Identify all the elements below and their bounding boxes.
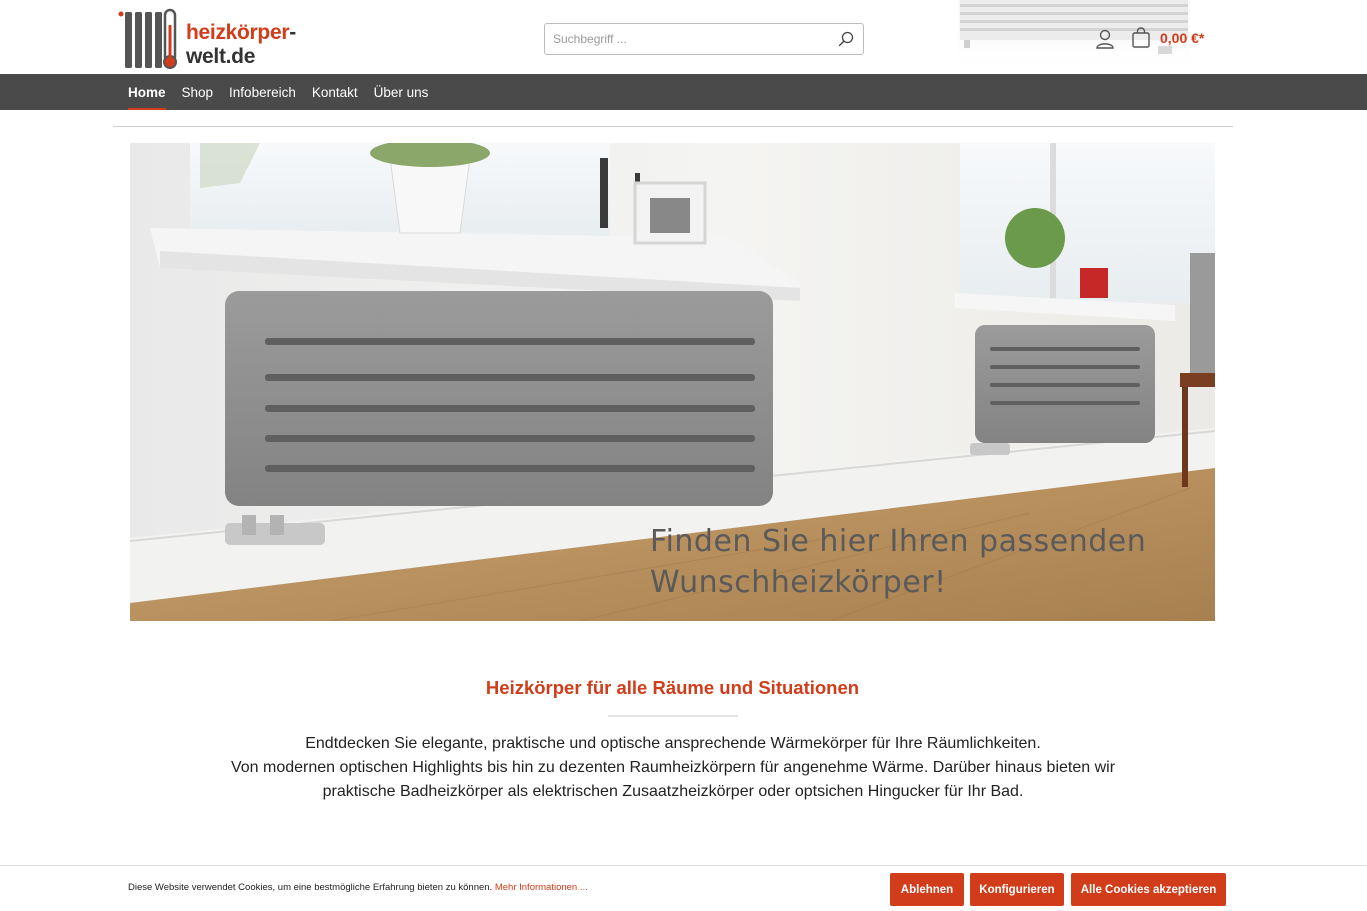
intro-text-line1: Endtdecken Sie elegante, praktische und … <box>305 735 1041 752</box>
cookie-bar: Diese Website verwendet Cookies, um eine… <box>0 865 1367 911</box>
account-button[interactable] <box>1094 28 1116 50</box>
nav-item-home[interactable]: Home <box>128 74 166 110</box>
cookie-configure-button[interactable]: Konfigurieren <box>970 873 1064 906</box>
search-icon <box>838 31 854 47</box>
logo[interactable]: heizkörper-welt.de <box>118 6 348 70</box>
intro-title: Heizkörper für alle Räume und Situatione… <box>485 677 860 698</box>
intro-divider <box>608 715 738 717</box>
hero-banner[interactable]: Finden Sie hier Ihren passenden Wunschhe… <box>130 143 1215 621</box>
nav-item-kontakt[interactable]: Kontakt <box>312 74 358 110</box>
logo-text: heizkörper-welt.de <box>186 21 348 69</box>
nav-item-ueber-uns[interactable]: Über uns <box>374 74 429 110</box>
page: heizkörper-welt.de Suchbegriff ... 0,00 … <box>0 0 1367 911</box>
header: heizkörper-welt.de Suchbegriff ... 0,00 … <box>0 0 1367 74</box>
hero-headline-line1: Finden Sie hier Ihren passenden <box>650 524 1147 559</box>
user-icon <box>1096 29 1114 49</box>
intro-text: Endtdecken Sie elegante, praktische und … <box>223 732 1123 804</box>
hero-headline-line2: Wunschheizkörper! <box>650 565 947 600</box>
cart-total: 0,00 €* <box>1160 30 1205 46</box>
search-input[interactable] <box>545 25 829 53</box>
cookie-more-info-link[interactable]: Mehr Informationen ... <box>495 882 588 893</box>
cookie-text: Diese Website verwendet Cookies, um eine… <box>128 882 588 893</box>
search-bar <box>544 23 864 55</box>
radiator-thermometer-icon <box>118 7 186 69</box>
cookie-accept-all-button[interactable]: Alle Cookies akzeptieren <box>1071 873 1226 906</box>
logo-text-accent: heizkörper <box>186 21 290 44</box>
nav-item-infobereich[interactable]: Infobereich <box>229 74 296 110</box>
cookie-message: Diese Website verwendet Cookies, um eine… <box>128 882 493 893</box>
cookie-reject-button[interactable]: Ablehnen <box>890 873 964 906</box>
intro-text-line2: Von modernen optischen Highlights bis hi… <box>230 759 1116 800</box>
hero-headline: Finden Sie hier Ihren passenden Wunschhe… <box>650 521 1146 603</box>
search-button[interactable] <box>829 24 863 54</box>
shopping-bag-icon <box>1132 27 1150 48</box>
nav-item-shop[interactable]: Shop <box>182 74 214 110</box>
main-navigation: Home Shop Infobereich Kontakt Über uns <box>0 74 1367 110</box>
divider <box>113 126 1233 127</box>
cart-button[interactable]: 0,00 €* <box>1131 26 1204 50</box>
